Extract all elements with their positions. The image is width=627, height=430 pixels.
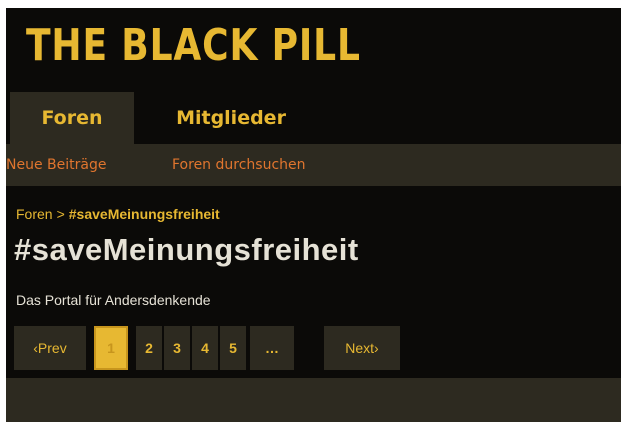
main-tabs: Foren Mitglieder: [6, 92, 621, 144]
top-strip: [0, 0, 627, 8]
pagination-page-1[interactable]: 1: [94, 326, 128, 370]
page-title: #saveMeinungsfreiheit: [14, 232, 359, 267]
subnav-search-forums-link[interactable]: Foren durchsuchen: [172, 144, 306, 186]
breadcrumb: Foren > #saveMeinungsfreiheit: [16, 206, 220, 222]
pagination-next-button[interactable]: Next›: [324, 326, 400, 370]
pagination-page-4[interactable]: 4: [192, 326, 218, 370]
pagination-page-2[interactable]: 2: [136, 326, 162, 370]
tab-mitglieder[interactable]: Mitglieder: [156, 92, 306, 144]
site-logo[interactable]: THE BLACK PILL: [26, 14, 361, 78]
pagination-ellipsis[interactable]: …: [250, 326, 294, 370]
pagination-page-5[interactable]: 5: [220, 326, 246, 370]
breadcrumb-separator: >: [56, 206, 65, 222]
content-footer-bar: [6, 378, 621, 422]
sub-navigation: Neue Beiträge Foren durchsuchen: [6, 144, 621, 186]
page-description: Das Portal für Andersdenkende: [16, 292, 211, 308]
pagination-prev-button[interactable]: ‹Prev: [14, 326, 86, 370]
breadcrumb-current-link[interactable]: #saveMeinungsfreiheit: [69, 206, 220, 222]
pagination: ‹Prev 1 2 3 4 5 … Next›: [14, 326, 414, 370]
pagination-page-3[interactable]: 3: [164, 326, 190, 370]
tab-foren[interactable]: Foren: [10, 92, 134, 144]
subnav-new-posts-link[interactable]: Neue Beiträge: [6, 144, 106, 186]
breadcrumb-root-link[interactable]: Foren: [16, 206, 53, 222]
forum-page: THE BLACK PILL Foren Mitglieder Neue Bei…: [6, 8, 621, 422]
